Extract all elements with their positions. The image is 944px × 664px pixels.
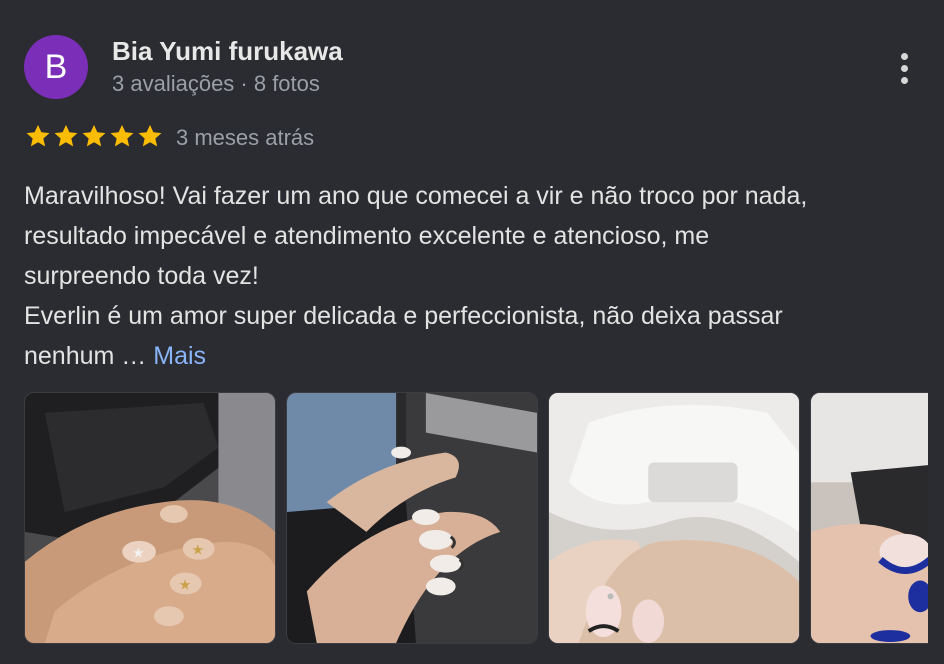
review-line-last: nenhum … Mais (24, 336, 924, 376)
more-vert-icon-dot (900, 76, 908, 84)
more-vert-icon (900, 52, 908, 60)
star-icon (110, 124, 134, 147)
nail-photo-icon: ★ ★ ★ (25, 393, 275, 643)
photo-strip: ★ ★ ★ (24, 392, 928, 644)
star-icon (82, 124, 106, 147)
more-vert-icon-dot (900, 64, 908, 72)
star-rating (24, 122, 164, 152)
review-text: Maravilhoso! Vai fazer um ano que comece… (24, 176, 924, 376)
review-photo-4[interactable] (810, 392, 928, 644)
nail-photo-icon (811, 393, 928, 643)
svg-text:★: ★ (192, 542, 204, 558)
review-line: surpreendo toda vez! (24, 262, 259, 290)
reviewer-meta: 3 avaliações · 8 fotos (112, 71, 320, 96)
reviewer-name[interactable]: Bia Yumi furukawa (112, 36, 343, 67)
review-line: Maravilhoso! Vai fazer um ano que comece… (24, 182, 808, 210)
review-card: B Bia Yumi furukawa 3 avaliações · 8 fot… (0, 0, 944, 664)
svg-text:★: ★ (132, 545, 144, 561)
review-photo-3[interactable] (548, 392, 800, 644)
more-options-button[interactable] (886, 46, 922, 90)
review-date: 3 meses atrás (176, 125, 315, 150)
review-line-truncated: nenhum … (24, 342, 154, 370)
star-icon (26, 124, 50, 147)
review-line: resultado impecável e atendimento excele… (24, 222, 710, 250)
svg-text:★: ★ (179, 576, 191, 592)
nail-photo-icon (549, 393, 799, 643)
review-line: Everlin é um amor super delicada e perfe… (24, 302, 783, 330)
review-photo-1[interactable]: ★ ★ ★ (24, 392, 276, 644)
review-photo-2[interactable] (286, 392, 538, 644)
nail-photo-icon (287, 393, 537, 643)
avatar[interactable]: B (24, 35, 88, 99)
star-icon (138, 124, 162, 147)
star-icon (54, 124, 78, 147)
more-link[interactable]: Mais (153, 342, 206, 370)
